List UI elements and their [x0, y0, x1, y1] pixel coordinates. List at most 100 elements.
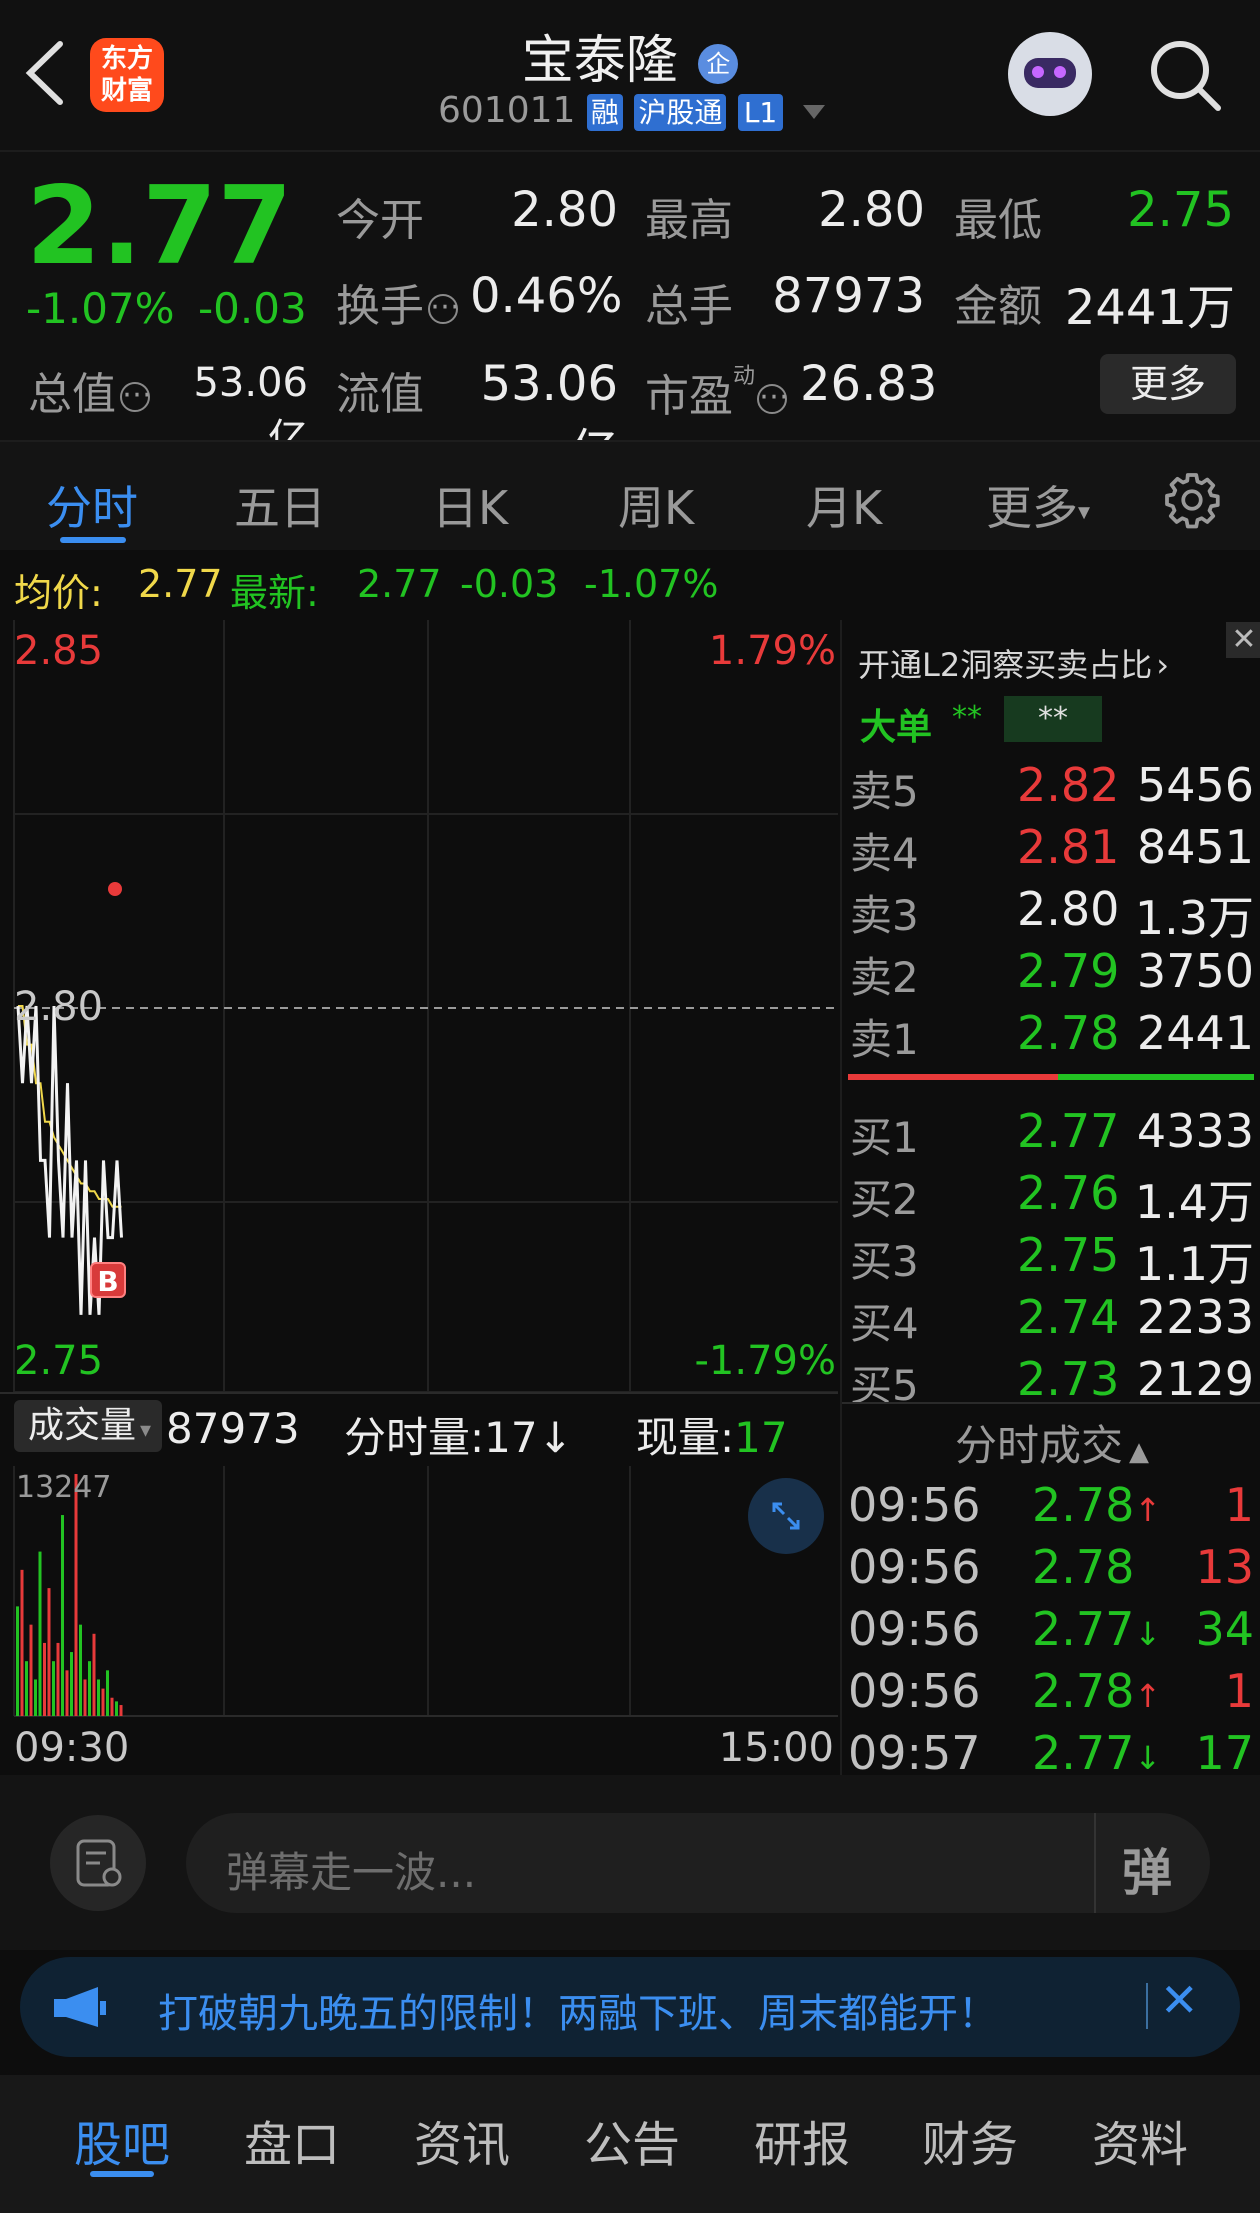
danmu-settings-icon[interactable]	[50, 1815, 146, 1911]
volume-bar	[34, 1679, 37, 1716]
trade-row: 09:56 2.78↑ 1	[842, 1664, 1260, 1726]
tab-intraday[interactable]: 分时	[46, 472, 138, 538]
bid-price: 2.76	[1017, 1166, 1120, 1220]
ask-price: 2.82	[1017, 758, 1120, 812]
bid-row[interactable]: 买1 2.77 4333	[842, 1104, 1260, 1166]
tick-volume: 分时量:17↓	[344, 1413, 573, 1462]
order-book-panel: 开通L2洞察买卖占比 › ✕ 大单 ** ** 卖5 2.82 5456 卖4 2.81 8…	[840, 620, 1260, 1780]
stat-value-pe: 26.83	[800, 356, 938, 412]
nav-finance[interactable]: 财务	[922, 2105, 1018, 2175]
ask-volume: 1.3万	[1134, 891, 1254, 945]
robot-avatar-icon[interactable]	[1008, 32, 1092, 116]
chart-canvas	[13, 620, 838, 1717]
volume-bar	[25, 1661, 28, 1716]
more-stats-button[interactable]: 更多	[1100, 354, 1236, 414]
latest-label: 最新:	[230, 571, 319, 615]
trade-time: 09:56	[848, 1540, 981, 1594]
bid-price: 2.73	[1017, 1352, 1120, 1406]
bid-label: 买1	[850, 1113, 919, 1162]
divider	[1094, 1813, 1096, 1913]
quote-panel: 2.77 -1.07% -0.03 今开 2.80 最高 2.80 最低 2.7…	[0, 150, 1260, 480]
caret-down-icon: ▾	[1078, 497, 1091, 526]
code-line[interactable]: 601011 融 沪股通 L1	[438, 90, 825, 134]
stat-label-pe: 市盈动⋯	[645, 364, 790, 422]
caret-down-icon: ▾	[140, 1418, 152, 1443]
nav-profile[interactable]: 资料	[1092, 2105, 1188, 2175]
info-icon[interactable]: ⋯	[428, 292, 460, 324]
volume-selector[interactable]: 成交量 ▾	[14, 1400, 162, 1452]
current-price: 2.77	[26, 164, 293, 289]
close-banner-icon[interactable]: ✕	[1160, 1973, 1199, 2027]
volume-bar	[74, 1474, 78, 1716]
ask-price: 2.78	[1017, 1006, 1120, 1060]
expand-chart-icon[interactable]	[748, 1478, 824, 1554]
bid-row[interactable]: 买3 2.75 1.1万	[842, 1228, 1260, 1291]
stat-value-low: 2.75	[1127, 182, 1234, 238]
trade-volume: 1	[1224, 1478, 1254, 1532]
search-icon[interactable]	[1148, 38, 1224, 114]
ask-row[interactable]: 卖2 2.79 3750	[842, 944, 1260, 1006]
buy-marker-badge[interactable]: B	[90, 1262, 126, 1298]
intraday-chart[interactable]: 2.85 1.79% 2.80 2.75 -1.79% B 成交量 ▾ 87973…	[0, 620, 838, 1775]
nav-announcements[interactable]: 公告	[584, 2105, 680, 2175]
bid-volume: 4333	[1136, 1104, 1254, 1158]
stat-label-market-cap: 总值 ⋯	[28, 369, 152, 420]
ask-ratio-bar	[848, 1074, 1058, 1080]
stat-value-amount: 2441万	[1064, 280, 1235, 336]
tab-monthly-k[interactable]: 月K	[806, 472, 882, 538]
nav-news[interactable]: 资讯	[414, 2105, 510, 2175]
dropdown-icon[interactable]	[802, 105, 825, 119]
trades-title[interactable]: 分时成交 ▲	[842, 1412, 1260, 1473]
ask-price: 2.79	[1017, 944, 1120, 998]
bid-row[interactable]: 买5 2.73 2129	[842, 1352, 1260, 1414]
y-label-bottom: 2.75	[14, 1338, 104, 1384]
banner-text: 打破朝九晚五的限制！两融下班、周末都能开！	[158, 1991, 998, 2037]
ask-row[interactable]: 卖3 2.80 1.3万	[842, 882, 1260, 945]
volume-bar	[16, 1606, 19, 1716]
volume-bar	[88, 1661, 91, 1716]
ask-label: 卖3	[850, 891, 919, 940]
megaphone-icon	[54, 1987, 106, 2027]
nav-pankou[interactable]: 盘口	[244, 2105, 340, 2175]
nav-research[interactable]: 研报	[754, 2105, 850, 2175]
trade-time: 09:56	[848, 1478, 981, 1532]
trade-price: 2.78	[1032, 1540, 1135, 1594]
change-percent: -1.07%	[26, 284, 175, 333]
trade-price: 2.77↓	[1032, 1602, 1162, 1656]
settings-gear-icon[interactable]	[1162, 470, 1222, 530]
info-icon[interactable]: ⋯	[757, 382, 789, 414]
volume-max-label: 13247	[16, 1470, 112, 1505]
bid-row[interactable]: 买2 2.76 1.4万	[842, 1166, 1260, 1229]
trade-volume: 13	[1195, 1540, 1254, 1594]
danmu-send-button[interactable]: 弹	[1122, 1833, 1172, 1905]
big-order-value2: **	[1004, 696, 1102, 742]
info-icon[interactable]: ⋯	[120, 380, 152, 412]
bid-row[interactable]: 买4 2.74 2233	[842, 1290, 1260, 1352]
enterprise-badge: 企	[698, 44, 739, 84]
tab-daily-k[interactable]: 日K	[432, 472, 508, 538]
tab-five-day[interactable]: 五日	[234, 472, 326, 538]
tab-weekly-k[interactable]: 周K	[618, 472, 694, 538]
volume-bar	[61, 1515, 64, 1716]
promo-banner[interactable]: 打破朝九晚五的限制！两融下班、周末都能开！ ✕	[20, 1957, 1240, 2057]
y-label-mid: 2.80	[14, 984, 104, 1030]
bid-volume: 2129	[1136, 1352, 1254, 1406]
l2-promo-link[interactable]: 开通L2洞察买卖占比 ›	[858, 640, 1169, 686]
danmu-input[interactable]: 弹幕走一波... 弹	[186, 1813, 1210, 1913]
divider	[0, 1392, 838, 1394]
ask-row[interactable]: 卖1 2.78 2441	[842, 1006, 1260, 1068]
bottom-nav: 股吧 盘口 资讯 公告 研报 财务 资料	[0, 2075, 1260, 2213]
trade-arrow-icon: ↑	[1134, 1677, 1162, 1715]
bid-label: 买3	[850, 1237, 919, 1286]
avg-label: 均价:	[14, 571, 103, 615]
ask-row[interactable]: 卖4 2.81 8451	[842, 820, 1260, 882]
stock-code: 601011	[438, 90, 576, 131]
stat-label-turnover: 换手 ⋯	[336, 281, 460, 332]
latest-change: -0.03	[460, 562, 559, 606]
nav-guba[interactable]: 股吧	[74, 2105, 170, 2175]
trade-volume: 17	[1195, 1726, 1254, 1780]
ask-row[interactable]: 卖5 2.82 5456	[842, 758, 1260, 820]
bid-price: 2.75	[1017, 1228, 1120, 1282]
close-icon[interactable]: ✕	[1226, 622, 1260, 658]
tab-more[interactable]: 更多▾	[986, 472, 1090, 538]
